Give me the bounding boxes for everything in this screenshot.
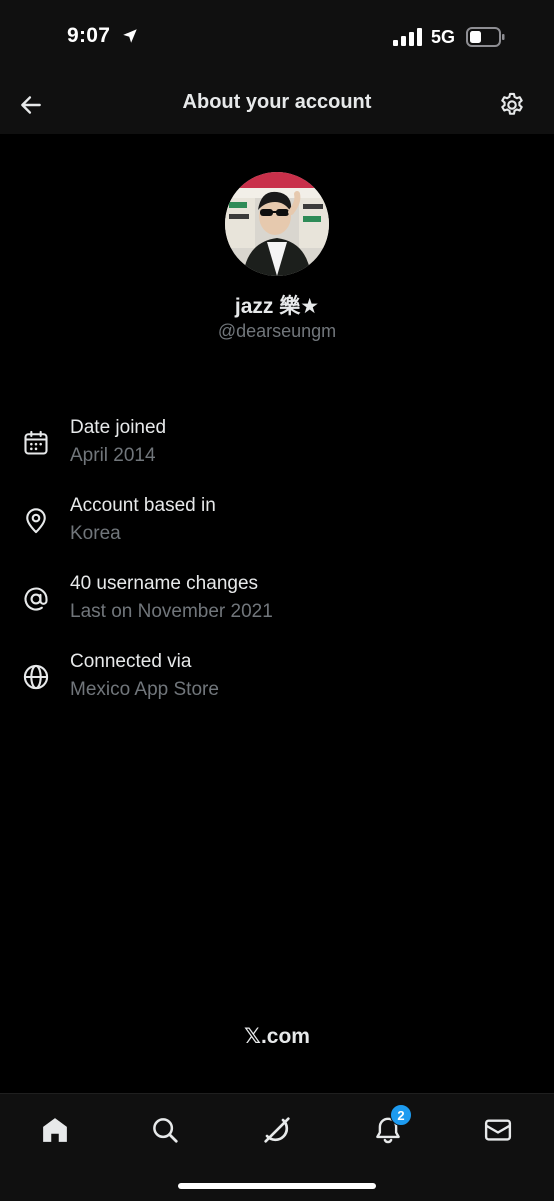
info-subtitle: Korea <box>70 523 121 544</box>
location-arrow-icon <box>123 29 137 43</box>
avatar[interactable] <box>225 172 329 276</box>
top-nav: About your account <box>0 72 554 134</box>
x-logo-icon: 𝕏 <box>244 1024 261 1048</box>
info-title: Account based in <box>70 495 216 516</box>
messages-icon <box>484 1119 512 1141</box>
tab-notifications[interactable]: 2 <box>368 1104 412 1150</box>
footer-brand: 𝕏.com <box>0 1024 554 1049</box>
info-subtitle: April 2014 <box>70 445 156 466</box>
display-name: jazz 樂★ <box>234 295 320 318</box>
notification-badge: 2 <box>390 1104 412 1126</box>
search-icon <box>153 1118 178 1143</box>
tab-messages[interactable] <box>478 1110 518 1150</box>
info-item-connected-via: Connected via Mexico App Store <box>0 651 554 711</box>
location-pin-icon <box>26 508 46 534</box>
avatar-photo <box>225 172 329 276</box>
info-item-username-changes: 40 username changes Last on November 202… <box>0 573 554 633</box>
status-bar: 9:07 5G <box>0 0 554 72</box>
home-icon <box>43 1118 67 1142</box>
calendar-icon <box>24 430 48 455</box>
info-title: Connected via <box>70 651 192 672</box>
info-item-account-location: Account based in Korea <box>0 495 554 555</box>
tab-search[interactable] <box>145 1110 185 1150</box>
info-subtitle: Mexico App Store <box>70 679 219 700</box>
battery-icon <box>466 27 505 47</box>
info-title: Date joined <box>70 417 167 438</box>
at-sign-icon <box>24 587 48 611</box>
info-item-date-joined: Date joined April 2014 <box>0 417 554 477</box>
tab-grok[interactable] <box>257 1110 297 1150</box>
brand-domain: .com <box>260 1025 310 1048</box>
settings-button[interactable] <box>495 88 529 122</box>
signal-icon <box>393 28 422 46</box>
gear-icon <box>501 92 523 115</box>
username: @dearseungm <box>217 321 337 341</box>
status-time: 9:07 <box>67 24 111 47</box>
network-label: 5G <box>431 27 456 47</box>
home-indicator[interactable] <box>178 1183 376 1189</box>
info-subtitle: Last on November 2021 <box>70 601 273 622</box>
grok-icon <box>264 1117 290 1143</box>
tab-home[interactable] <box>35 1110 75 1150</box>
globe-icon <box>23 664 49 690</box>
page-title: About your account <box>182 91 372 113</box>
info-title: 40 username changes <box>70 573 259 594</box>
